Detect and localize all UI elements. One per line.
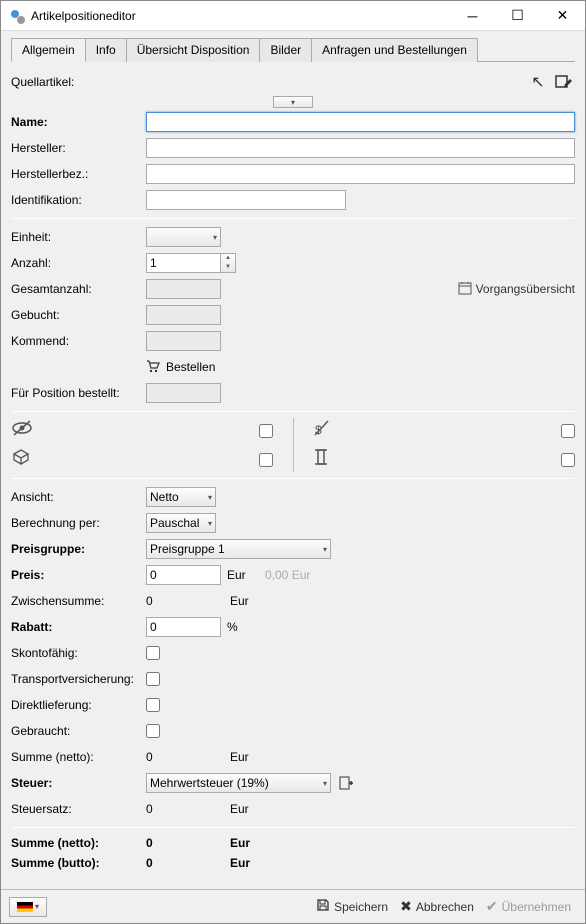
direkt-checkbox[interactable] — [146, 698, 160, 712]
rabatt-input[interactable] — [146, 617, 221, 637]
add-tax-icon[interactable] — [337, 774, 355, 792]
hersteller-input[interactable] — [146, 138, 575, 158]
gebucht-label: Gebucht: — [11, 308, 146, 322]
price-hide-checkbox[interactable] — [561, 424, 575, 438]
zwischensumme-label: Zwischensumme: — [11, 594, 146, 608]
rabatt-label: Rabatt: — [11, 620, 146, 634]
vorgang-label: Vorgangsübersicht — [476, 282, 575, 296]
summe-netto2-unit: Eur — [230, 836, 260, 850]
save-icon — [316, 898, 330, 915]
summe-netto-value: 0 — [146, 750, 224, 764]
edit-source-icon[interactable] — [555, 73, 573, 91]
language-select[interactable]: ▾ — [9, 897, 47, 917]
anzahl-label: Anzahl: — [11, 256, 146, 270]
cart-icon — [146, 359, 160, 376]
cube-icon — [11, 448, 35, 471]
column-checkbox[interactable] — [561, 453, 575, 467]
app-icon — [9, 8, 25, 24]
footer: ▾ Speichern ✖ Abbrechen ✔ Übernehmen — [1, 889, 585, 923]
tab-bilder[interactable]: Bilder — [259, 38, 312, 62]
flag-de-icon — [17, 902, 33, 912]
quellartikel-label: Quellartikel: — [11, 75, 146, 89]
name-input[interactable] — [146, 112, 575, 132]
save-button[interactable]: Speichern — [310, 898, 394, 915]
apply-button[interactable]: ✔ Übernehmen — [480, 898, 577, 915]
eye-strike-icon — [11, 419, 35, 442]
gebucht-input — [146, 305, 221, 325]
zwischensumme-value: 0 — [146, 594, 224, 608]
summe-brutto-unit: Eur — [230, 856, 260, 870]
anzahl-input[interactable] — [146, 253, 221, 273]
einheit-select[interactable]: ▾ — [146, 227, 221, 247]
transport-checkbox[interactable] — [146, 672, 160, 686]
calendar-icon — [458, 281, 472, 298]
summe-netto2-value: 0 — [146, 836, 224, 850]
gesamtanzahl-input — [146, 279, 221, 299]
steuersatz-label: Steuersatz: — [11, 802, 146, 816]
column-icon — [313, 447, 337, 472]
skonto-label: Skontofähig: — [11, 646, 146, 660]
fuer-position-input — [146, 383, 221, 403]
transport-label: Transportversicherung: — [11, 672, 146, 686]
skonto-checkbox[interactable] — [146, 646, 160, 660]
titlebar: Artikelpositioneditor ─ ☐ ✕ — [1, 1, 585, 31]
berechnung-label: Berechnung per: — [11, 516, 146, 530]
summe-netto-label: Summe (netto): — [11, 750, 146, 764]
identifikation-label: Identifikation: — [11, 193, 146, 207]
ansicht-label: Ansicht: — [11, 490, 146, 504]
preis-unit: Eur — [227, 568, 257, 582]
steuersatz-unit: Eur — [230, 802, 260, 816]
steuer-label: Steuer: — [11, 776, 146, 790]
steuersatz-value: 0 — [146, 802, 224, 816]
apply-icon: ✔ — [486, 898, 498, 915]
preis-input[interactable] — [146, 565, 221, 585]
close-button[interactable]: ✕ — [540, 1, 585, 30]
hersteller-label: Hersteller: — [11, 141, 146, 155]
zwischensumme-unit: Eur — [230, 594, 260, 608]
direkt-label: Direktlieferung: — [11, 698, 146, 712]
visibility-checkbox[interactable] — [259, 424, 273, 438]
gebraucht-label: Gebraucht: — [11, 724, 146, 738]
gesamtanzahl-label: Gesamtanzahl: — [11, 282, 146, 296]
ansicht-select[interactable]: Netto▾ — [146, 487, 216, 507]
summe-brutto-label: Summe (butto): — [11, 856, 146, 870]
vorgang-link[interactable]: Vorgangsübersicht — [458, 281, 575, 298]
rabatt-unit: % — [227, 620, 257, 634]
tab-disposition[interactable]: Übersicht Disposition — [126, 38, 261, 62]
name-label: Name: — [11, 115, 146, 129]
identifikation-input[interactable] — [146, 190, 346, 210]
window-title: Artikelpositioneditor — [31, 9, 450, 23]
tab-info[interactable]: Info — [85, 38, 127, 62]
summe-netto2-label: Summe (netto): — [11, 836, 146, 850]
kommend-label: Kommend: — [11, 334, 146, 348]
bestellen-button[interactable]: Bestellen — [166, 360, 215, 374]
maximize-button[interactable]: ☐ — [495, 1, 540, 30]
cancel-button[interactable]: ✖ Abbrechen — [394, 898, 480, 915]
kommend-input — [146, 331, 221, 351]
fuer-position-label: Für Position bestellt: — [11, 386, 146, 400]
herstellerbez-input[interactable] — [146, 164, 575, 184]
preis-hint: 0,00 Eur — [265, 568, 310, 582]
expand-handle[interactable]: ▾ — [273, 96, 313, 108]
anzahl-spinner[interactable]: ▲▼ — [220, 253, 236, 273]
einheit-label: Einheit: — [11, 230, 146, 244]
tab-bar: Allgemein Info Übersicht Disposition Bil… — [11, 37, 575, 62]
preis-label: Preis: — [11, 568, 146, 582]
summe-brutto-value: 0 — [146, 856, 224, 870]
gebraucht-checkbox[interactable] — [146, 724, 160, 738]
dollar-strike-icon: $ — [313, 418, 337, 443]
berechnung-select[interactable]: Pauschal▾ — [146, 513, 216, 533]
summe-netto-unit: Eur — [230, 750, 260, 764]
steuer-select[interactable]: Mehrwertsteuer (19%)▾ — [146, 773, 331, 793]
cancel-icon: ✖ — [400, 898, 412, 915]
minimize-button[interactable]: ─ — [450, 1, 495, 30]
pointer-icon[interactable]: ↖ — [529, 73, 547, 91]
tab-allgemein[interactable]: Allgemein — [11, 38, 86, 62]
preisgruppe-label: Preisgruppe: — [11, 542, 146, 556]
cube-checkbox[interactable] — [259, 453, 273, 467]
tab-anfragen[interactable]: Anfragen und Bestellungen — [311, 38, 478, 62]
preisgruppe-select[interactable]: Preisgruppe 1▾ — [146, 539, 331, 559]
herstellerbez-label: Herstellerbez.: — [11, 167, 146, 181]
